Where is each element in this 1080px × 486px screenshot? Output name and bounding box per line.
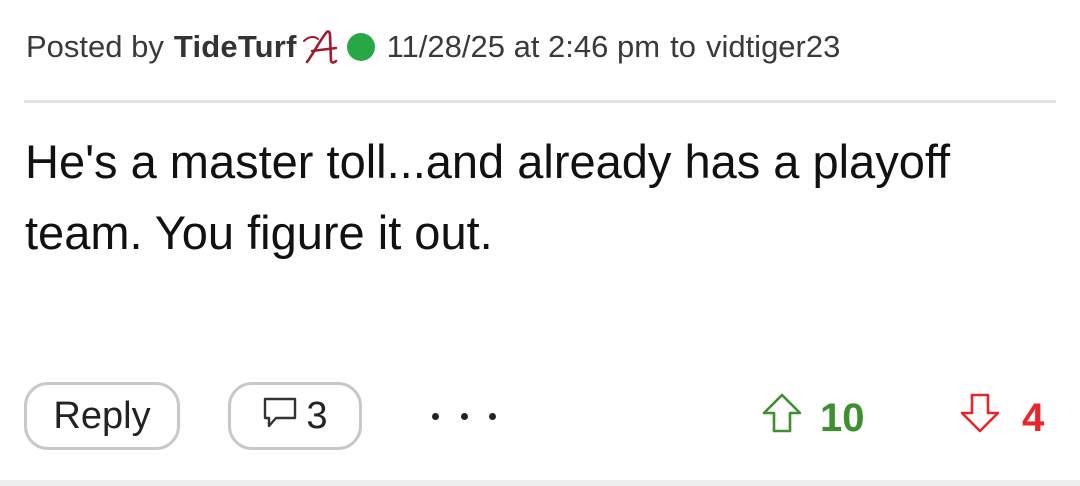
alabama-script-a-icon	[302, 29, 341, 65]
comments-button[interactable]: 3	[228, 382, 362, 450]
post-actions: Reply 3 10 4	[0, 382, 1080, 454]
reply-to-label: to	[670, 29, 696, 64]
comment-count: 3	[306, 394, 328, 437]
header-divider	[24, 100, 1056, 103]
more-horizontal-icon	[432, 412, 439, 420]
post-bottom-divider	[0, 480, 1080, 486]
more-options-button[interactable]	[432, 396, 496, 436]
downvote-button[interactable]: 4	[958, 390, 1044, 446]
comment-bubble-icon	[262, 392, 298, 440]
reply-button-label: Reply	[53, 394, 151, 437]
posted-by-label: Posted by	[26, 29, 164, 64]
reply-to-username[interactable]: vidtiger23	[706, 29, 840, 65]
upvote-count: 10	[820, 395, 865, 440]
reply-button[interactable]: Reply	[24, 382, 180, 450]
arrow-up-icon	[760, 391, 804, 445]
downvote-count: 4	[1022, 395, 1045, 440]
post-timestamp: 11/28/25 at 2:46 pm	[386, 29, 661, 64]
post-header: Posted by TideTurf 11/28/25 at 2:46 pm t…	[26, 26, 1056, 68]
arrow-down-icon	[958, 391, 1002, 445]
post-body: He's a master toll...and already has a p…	[25, 135, 951, 259]
poster-username[interactable]: TideTurf	[174, 29, 297, 65]
upvote-button[interactable]: 10	[760, 390, 865, 446]
online-status-dot	[346, 33, 375, 61]
